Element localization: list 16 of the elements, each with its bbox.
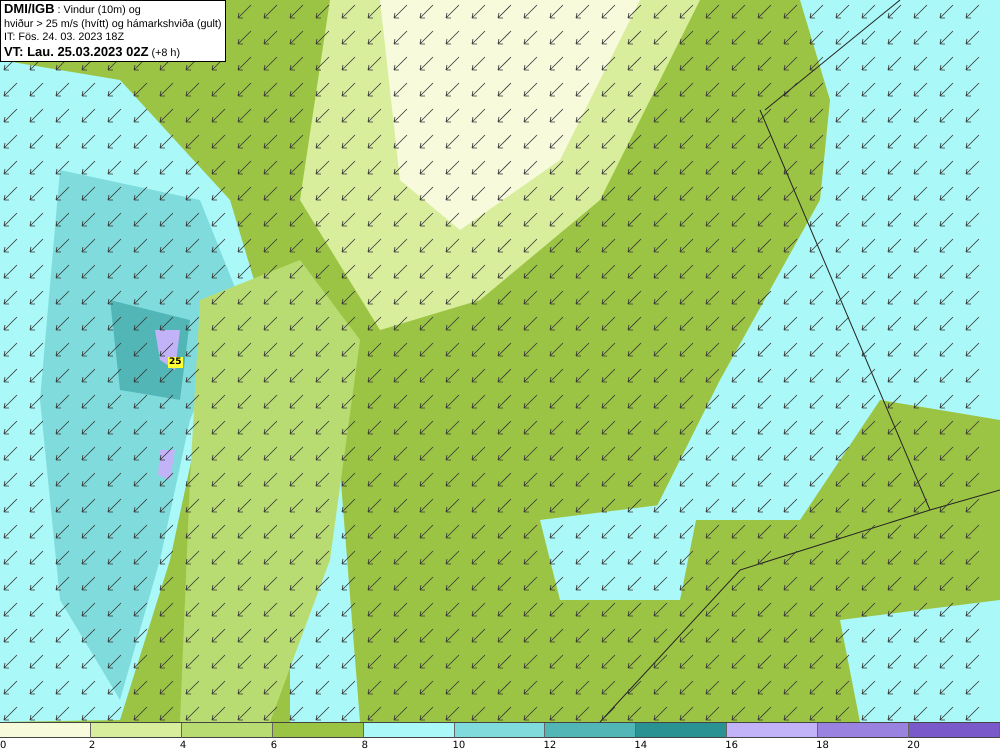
- header-text: DMI/IGB : Vindur (10m) og: [4, 2, 142, 18]
- legend-label: 2: [88, 739, 96, 753]
- legend-label: 16: [725, 739, 738, 753]
- legend-label: 0: [0, 739, 6, 753]
- legend-label: 20: [907, 739, 920, 753]
- legend-label: 10: [452, 739, 466, 753]
- gust-label: 25: [168, 357, 183, 368]
- header-text: VT: Lau. 25.03.2023 02Z (+8 h): [4, 44, 182, 60]
- legend-label: 4: [180, 739, 186, 753]
- legend-label: 6: [270, 739, 278, 753]
- legend-label: 14: [634, 739, 648, 753]
- legend-label: 18: [816, 739, 829, 753]
- legend-label: 8: [362, 739, 368, 753]
- header-text: hviður > 25 m/s (hvítt) og hámarkshviða (gult): [4, 18, 222, 31]
- header-text: IT: Fös. 24. 03. 2023 18Z: [4, 31, 126, 44]
- legend-label: 12: [543, 739, 556, 753]
